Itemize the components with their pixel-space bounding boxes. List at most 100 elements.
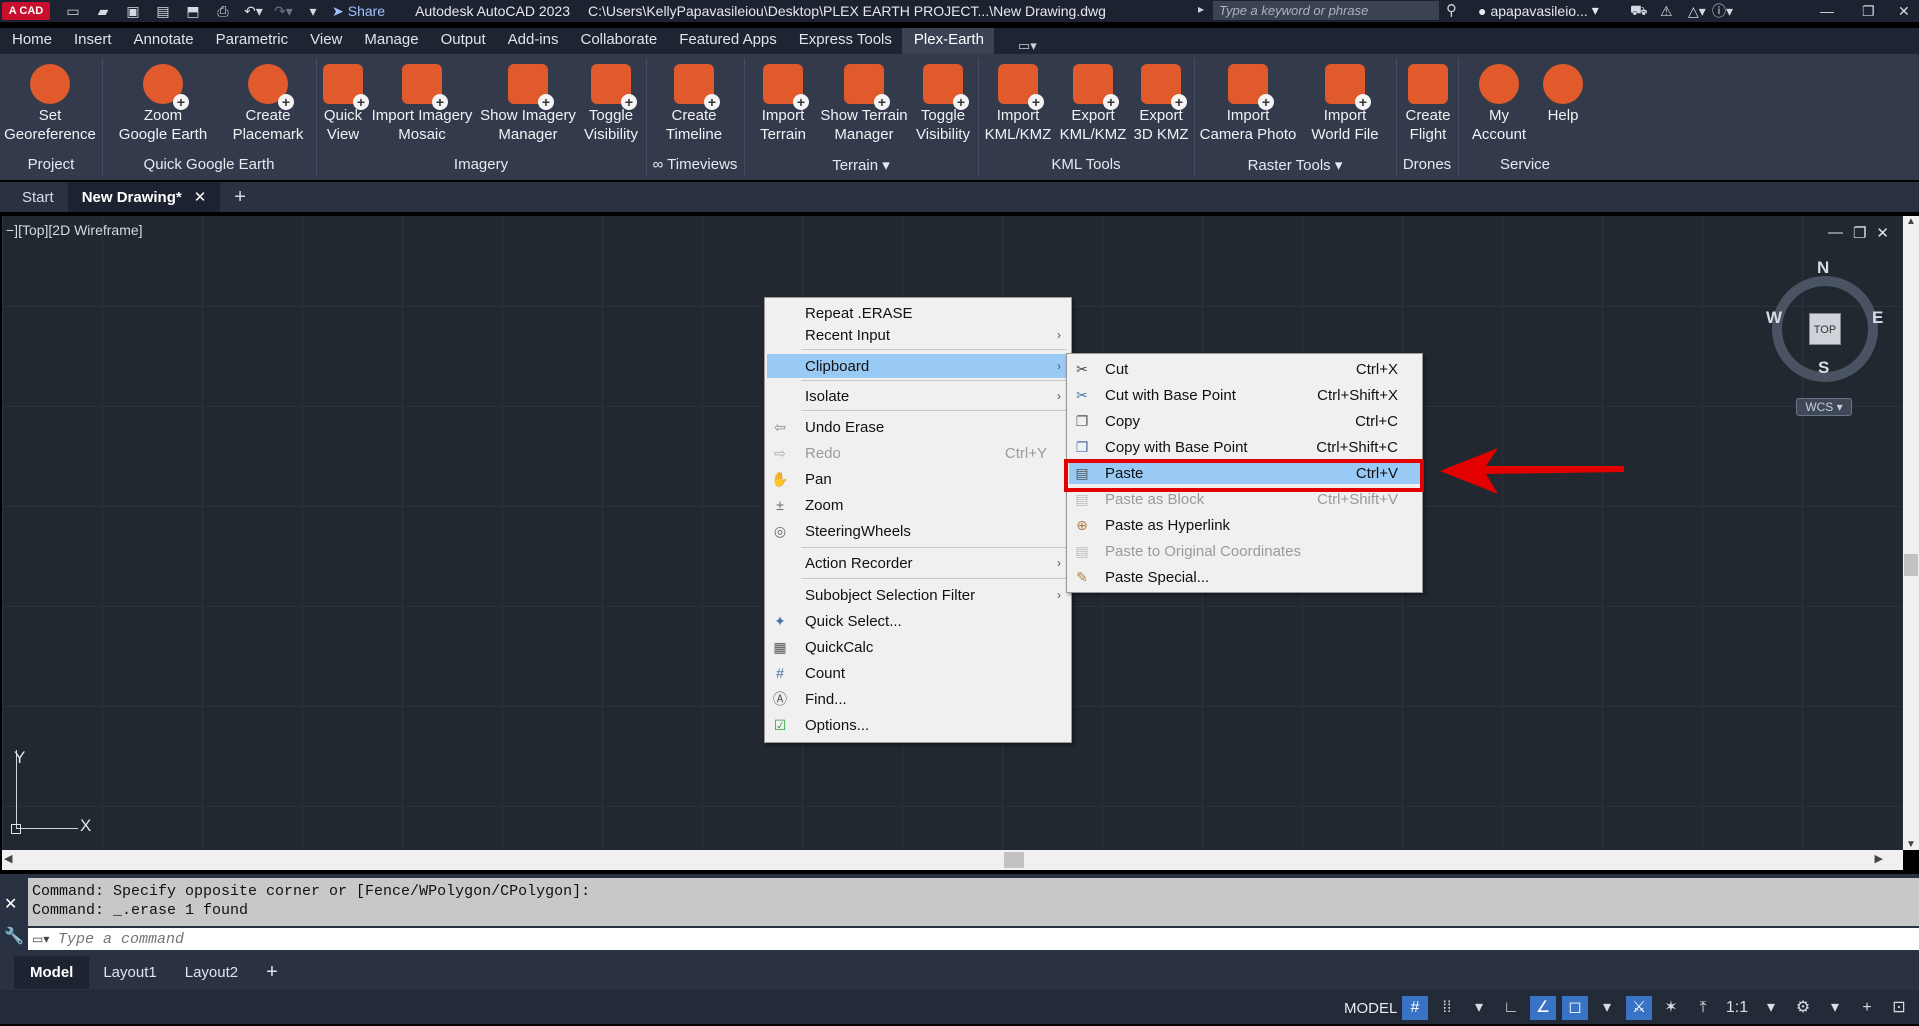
network-icon[interactable]: ⚠	[1660, 0, 1673, 22]
menu-item-cut-base-point[interactable]: ✂ Cut with Base Point Ctrl+Shift+X	[1069, 384, 1420, 406]
menu-item-undo-erase[interactable]: ⇦ Undo Erase	[767, 416, 1069, 438]
annotation-scale-icon[interactable]: ⤒	[1690, 996, 1716, 1020]
restore-icon[interactable]: ❐	[1862, 0, 1875, 22]
tab-output[interactable]: Output	[429, 28, 496, 54]
ribbon-options-icon[interactable]: ▭▾	[1018, 38, 1037, 54]
minimize-icon[interactable]: —	[1828, 224, 1843, 242]
customize-wrench-icon[interactable]: 🔧	[4, 926, 24, 946]
tab-collaborate[interactable]: Collaborate	[568, 28, 667, 54]
wcs-menu[interactable]: WCS ▾	[1796, 398, 1852, 416]
close-tab-icon[interactable]: ✕	[194, 188, 207, 206]
tab-add-ins[interactable]: Add-ins	[496, 28, 569, 54]
menu-item-paste-hyperlink[interactable]: ⊕ Paste as Hyperlink	[1069, 514, 1420, 536]
share-button[interactable]: ➤ Share	[332, 3, 385, 20]
help-button[interactable]: Help	[1536, 54, 1590, 125]
menu-item-quick-select[interactable]: ✦ Quick Select...	[767, 610, 1069, 632]
create-placemark-button[interactable]: Create Placemark	[222, 54, 314, 144]
compass-south[interactable]: S	[1818, 358, 1829, 378]
ortho-icon[interactable]: ∟	[1498, 996, 1524, 1020]
menu-item-repeat-erase[interactable]: Repeat .ERASE	[767, 302, 1069, 324]
zoom-google-earth-button[interactable]: Zoom Google Earth	[112, 54, 214, 144]
menu-item-recent-input[interactable]: Recent Input ›	[767, 324, 1069, 346]
open-folder-icon[interactable]: ▰	[94, 3, 112, 19]
tab-manage[interactable]: Manage	[352, 28, 428, 54]
menu-item-steeringwheels[interactable]: ◎ SteeringWheels	[767, 520, 1069, 542]
menu-item-count[interactable]: # Count	[767, 662, 1069, 684]
help-icon[interactable]: ⓘ▾	[1712, 0, 1733, 22]
tab-featured-apps[interactable]: Featured Apps	[667, 28, 787, 54]
scroll-right-icon[interactable]: ▶	[1875, 852, 1883, 865]
export-3d-kmz-button[interactable]: Export 3D KMZ	[1132, 54, 1190, 144]
plot-icon[interactable]: ⎙	[214, 3, 232, 19]
tab-plex-earth[interactable]: Plex-Earth	[901, 28, 994, 54]
tab-view[interactable]: View	[298, 28, 352, 54]
model-space-toggle[interactable]: MODEL	[1344, 1000, 1397, 1017]
gear-icon[interactable]: ⚙	[1790, 996, 1816, 1020]
toggle-imagery-visibility-button[interactable]: Toggle Visibility	[580, 54, 642, 144]
isolate-objects-icon[interactable]: ⊡	[1886, 996, 1912, 1020]
import-imagery-mosaic-button[interactable]: Import Imagery Mosaic	[368, 54, 476, 144]
export-kml-button[interactable]: Export KML/KMZ	[1056, 54, 1130, 144]
toggle-terrain-visibility-button[interactable]: Toggle Visibility	[912, 54, 974, 144]
import-terrain-button[interactable]: Import Terrain	[750, 54, 816, 144]
tab-express-tools[interactable]: Express Tools	[787, 28, 902, 54]
my-account-button[interactable]: My Account	[1466, 54, 1532, 144]
chevron-down-icon[interactable]: ▾	[1594, 996, 1620, 1020]
scroll-down-icon[interactable]: ▼	[1906, 839, 1916, 850]
object-snap-icon[interactable]: ◻	[1562, 996, 1588, 1020]
menu-item-zoom[interactable]: ± Zoom	[767, 494, 1069, 516]
tab-layout1[interactable]: Layout1	[89, 964, 170, 981]
menu-item-options[interactable]: ☑ Options...	[767, 714, 1069, 736]
snap-mode-icon[interactable]: ⁞⁞	[1434, 996, 1460, 1020]
menu-item-action-recorder[interactable]: Action Recorder ›	[767, 552, 1069, 574]
panel-label-timeviews[interactable]: ∞ Timeviews	[648, 156, 742, 173]
menu-item-find[interactable]: Ⓐ Find...	[767, 688, 1069, 710]
chevron-down-icon[interactable]: ▾	[1758, 996, 1784, 1020]
customize-dropdown-icon[interactable]: ▾	[304, 3, 322, 19]
add-layout-button[interactable]: +	[252, 961, 292, 984]
autocad-logo[interactable]: A CAD	[2, 2, 50, 20]
annotation-visibility-icon[interactable]: ⚔	[1626, 996, 1652, 1020]
tab-layout2[interactable]: Layout2	[171, 964, 252, 981]
tab-new-drawing[interactable]: New Drawing* ✕	[67, 182, 221, 212]
notifications-icon[interactable]: △▾	[1688, 0, 1706, 22]
show-terrain-manager-button[interactable]: Show Terrain Manager	[818, 54, 910, 144]
import-camera-photo-button[interactable]: Import Camera Photo	[1198, 54, 1298, 144]
compass-north[interactable]: N	[1817, 258, 1829, 278]
menu-item-cut[interactable]: ✂ Cut Ctrl+X	[1069, 358, 1420, 380]
new-file-icon[interactable]: ▭	[64, 3, 82, 19]
tab-model[interactable]: Model	[14, 955, 90, 989]
restore-icon[interactable]: ❐	[1853, 224, 1866, 242]
import-world-file-button[interactable]: Import World File	[1304, 54, 1386, 144]
vertical-scrollbar[interactable]: ▲ ▼	[1903, 216, 1919, 850]
scroll-thumb[interactable]	[1004, 852, 1024, 868]
chevron-down-icon[interactable]: ▾	[1822, 996, 1848, 1020]
grid-icon[interactable]: #	[1402, 996, 1428, 1020]
help-search-input[interactable]: Type a keyword or phrase	[1213, 1, 1439, 20]
web-save-icon[interactable]: ⬒	[184, 3, 202, 19]
compass-west[interactable]: W	[1766, 308, 1782, 328]
tab-parametric[interactable]: Parametric	[204, 28, 299, 54]
menu-item-paste-special[interactable]: ✎ Paste Special...	[1069, 566, 1420, 588]
user-menu[interactable]: ● apapavasileio... ▾	[1478, 2, 1599, 19]
close-icon[interactable]: ✕	[1898, 0, 1910, 22]
minimize-icon[interactable]: —	[1820, 0, 1834, 22]
tab-insert[interactable]: Insert	[62, 28, 122, 54]
cart-icon[interactable]: ⛟	[1630, 0, 1648, 22]
tab-home[interactable]: Home	[0, 28, 62, 54]
viewcube-top-face[interactable]: TOP	[1809, 313, 1841, 345]
quick-view-button[interactable]: Quick View	[320, 54, 369, 144]
scroll-left-icon[interactable]: ◀	[4, 852, 12, 865]
menu-item-copy-base-point[interactable]: ❐ Copy with Base Point Ctrl+Shift+C	[1069, 436, 1420, 458]
scroll-up-icon[interactable]: ▲	[1906, 216, 1916, 227]
panel-label-terrain[interactable]: Terrain ▾	[746, 156, 976, 174]
panel-label-raster-tools[interactable]: Raster Tools ▾	[1196, 156, 1394, 174]
save-icon[interactable]: ▣	[124, 3, 142, 19]
tab-annotate[interactable]: Annotate	[122, 28, 204, 54]
import-kml-button[interactable]: Import KML/KMZ	[982, 54, 1054, 144]
close-command-line-icon[interactable]: ✕	[4, 894, 17, 914]
search-icon[interactable]: ⚲	[1446, 1, 1457, 19]
menu-item-copy[interactable]: ❐ Copy Ctrl+C	[1069, 410, 1420, 432]
menu-item-isolate[interactable]: Isolate ›	[767, 385, 1069, 407]
create-timeline-button[interactable]: Create Timeline	[656, 54, 732, 144]
